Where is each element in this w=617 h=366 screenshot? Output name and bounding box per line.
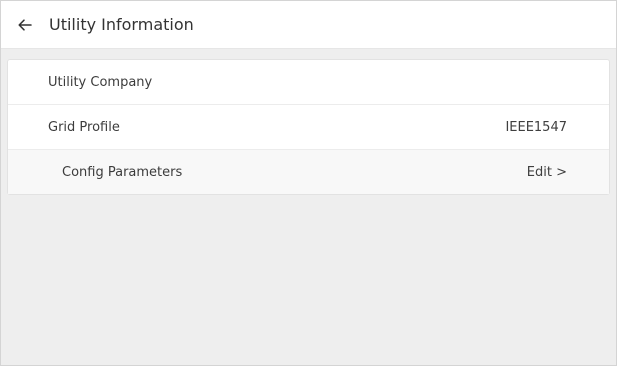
config-parameters-label: Config Parameters <box>62 164 183 180</box>
back-button[interactable] <box>15 15 35 35</box>
grid-profile-label: Grid Profile <box>48 119 120 135</box>
config-parameters-row[interactable]: Config Parameters Edit > <box>8 149 609 194</box>
utility-company-label: Utility Company <box>48 74 153 90</box>
arrow-left-icon <box>18 18 32 31</box>
grid-profile-value: IEEE1547 <box>505 119 567 135</box>
grid-profile-row[interactable]: Grid Profile IEEE1547 <box>8 104 609 149</box>
header-bar: Utility Information <box>1 1 616 49</box>
edit-link[interactable]: Edit > <box>527 165 609 180</box>
page-title: Utility Information <box>49 15 194 34</box>
utility-company-row[interactable]: Utility Company <box>8 60 609 104</box>
settings-list: Utility Company Grid Profile IEEE1547 Co… <box>7 59 610 195</box>
content-area: Utility Company Grid Profile IEEE1547 Co… <box>1 49 616 195</box>
app-window: Utility Information Utility Company Grid… <box>0 0 617 366</box>
